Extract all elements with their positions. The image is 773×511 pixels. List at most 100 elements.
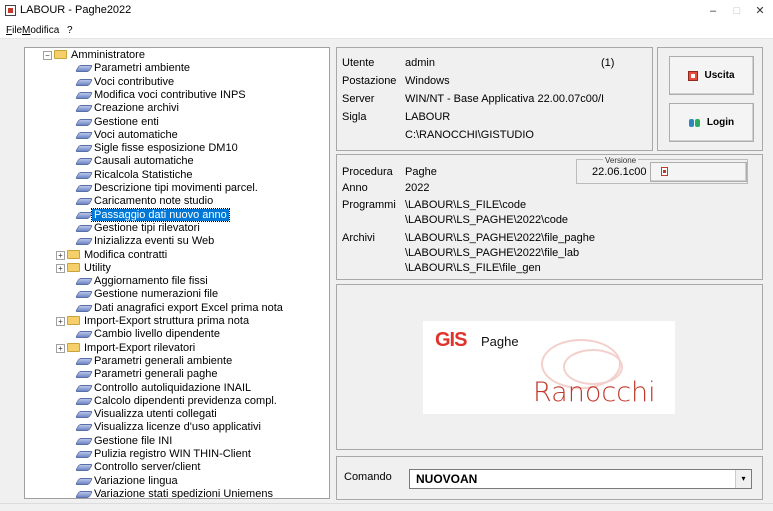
- tree-item[interactable]: Inizializza eventi su Web: [77, 235, 216, 248]
- status-bar: [0, 503, 773, 511]
- tree-item[interactable]: Ricalcola Statistiche: [77, 169, 194, 182]
- tree-item-label: Aggiornamento file fissi: [94, 275, 208, 288]
- tree-item-label: Cambio livello dipendente: [94, 328, 220, 341]
- program-icon: [77, 157, 90, 164]
- tree-item[interactable]: Caricamento note studio: [77, 195, 215, 208]
- dropdown-arrow-icon[interactable]: ▾: [735, 470, 751, 488]
- command-combobox[interactable]: NUOVOAN ▾: [409, 469, 752, 489]
- expand-icon[interactable]: +: [56, 343, 65, 353]
- tree-item-label: Visualizza utenti collegati: [94, 408, 217, 421]
- tree-item[interactable]: Gestione tipi rilevatori: [77, 222, 202, 235]
- tree-item[interactable]: Pulizia registro WIN THIN-Client: [77, 448, 253, 461]
- tree-item[interactable]: Parametri generali ambiente: [77, 355, 234, 368]
- tree-item[interactable]: Modifica voci contributive INPS: [77, 89, 248, 102]
- program-icon: [77, 211, 90, 218]
- postazione-value: Windows: [405, 75, 450, 87]
- exit-button[interactable]: Uscita: [669, 56, 754, 95]
- program-icon: [77, 304, 90, 311]
- tree-item-label: Pulizia registro WIN THIN-Client: [94, 448, 251, 460]
- tree-item[interactable]: Visualizza licenze d'uso applicativi: [77, 421, 263, 434]
- version-label: Versione: [603, 156, 639, 165]
- login-label: Login: [706, 117, 735, 128]
- server-label: Server: [342, 93, 375, 105]
- archivi-label: Archivi: [342, 232, 376, 244]
- tree-item[interactable]: Passaggio dati nuovo anno: [77, 207, 230, 222]
- tree-folder[interactable]: + Modifica contratti: [56, 249, 169, 262]
- program-icon: [77, 370, 90, 377]
- tree-item[interactable]: Parametri ambiente: [77, 62, 192, 75]
- program-icon: [77, 477, 90, 484]
- server-value: WIN/NT - Base Applicativa 22.00.07c00/I: [405, 93, 605, 105]
- tree-item[interactable]: Visualizza utenti collegati: [77, 408, 219, 421]
- program-icon: [77, 78, 90, 85]
- tree-folder[interactable]: + Import-Export rilevatori: [56, 342, 197, 355]
- menu-modifica[interactable]: Modifica: [22, 25, 59, 36]
- menu-tree[interactable]: − Amministratore Parametri ambiente Voci co…: [24, 47, 330, 499]
- program-icon: [77, 410, 90, 417]
- tree-item[interactable]: Parametri generali paghe: [77, 368, 220, 381]
- tree-item[interactable]: Variazione stati spedizioni Uniemens: [77, 487, 275, 499]
- program-icon: [77, 357, 90, 364]
- tree-item[interactable]: Calcolo dipendenti previdenza compl.: [77, 395, 279, 408]
- tree-item[interactable]: Gestione enti: [77, 116, 161, 129]
- release-notes-button[interactable]: [650, 162, 747, 182]
- folder-icon: [67, 262, 80, 272]
- folder-icon: [67, 342, 80, 352]
- expand-icon[interactable]: +: [56, 250, 65, 260]
- folder-icon: [67, 316, 80, 325]
- tree-folder[interactable]: + Utility: [56, 262, 113, 275]
- tree-item-label: Gestione tipi rilevatori: [94, 221, 200, 234]
- tree-item[interactable]: Dati anagrafici export Excel prima nota: [77, 302, 285, 315]
- program-icon: [77, 131, 90, 138]
- tree-item-label: Descrizione tipi movimenti parcel.: [94, 182, 258, 194]
- tree-node-label: Amministratore: [71, 49, 145, 61]
- title-bar: LABOUR - Paghe2022 – □ ✕: [0, 0, 773, 22]
- tree-item[interactable]: Creazione archivi: [77, 102, 181, 115]
- tree-item-label: Parametri generali ambiente: [94, 354, 233, 367]
- login-button[interactable]: Login: [669, 103, 754, 142]
- menu-file[interactable]: File: [6, 25, 22, 36]
- program-icon: [77, 197, 90, 204]
- tree-folder[interactable]: + Import-Export struttura prima nota: [56, 315, 251, 328]
- tree-item-label: Variazione stati spedizioni Uniemens: [94, 487, 273, 499]
- program-icon: [77, 384, 90, 391]
- tree-item-label: Import-Export rilevatori: [84, 341, 196, 354]
- tree-item[interactable]: Controllo server/client: [77, 461, 202, 474]
- tree-item[interactable]: Variazione lingua: [77, 475, 180, 488]
- tree-item-label: Dati anagrafici export Excel prima nota: [94, 301, 283, 314]
- program-icon: [77, 330, 90, 337]
- tree-item[interactable]: Cambio livello dipendente: [77, 328, 222, 341]
- archivi-path: \LABOUR\LS_FILE\file_gen: [405, 262, 541, 274]
- utente-label: Utente: [342, 57, 375, 69]
- program-icon: [77, 64, 90, 71]
- expand-icon[interactable]: +: [56, 263, 65, 273]
- tree-item[interactable]: Causali automatiche: [77, 155, 196, 168]
- collapse-icon[interactable]: −: [43, 51, 52, 60]
- maximize-button[interactable]: □: [727, 2, 747, 20]
- tree-item[interactable]: Voci automatiche: [77, 129, 180, 142]
- tree-item[interactable]: Controllo autoliquidazione INAIL: [77, 382, 253, 395]
- programmi-label: Programmi: [342, 199, 396, 211]
- expand-icon[interactable]: +: [56, 317, 65, 326]
- close-button[interactable]: ✕: [750, 2, 770, 20]
- tree-item-label: Variazione lingua: [94, 474, 178, 487]
- archivi-path: \LABOUR\LS_PAGHE\2022\file_lab: [405, 247, 580, 259]
- tree-item-label: Gestione file INI: [94, 434, 173, 447]
- tree-item[interactable]: Gestione numerazioni file: [77, 288, 220, 301]
- program-icon: [77, 91, 90, 98]
- tree-item-label: Caricamento note studio: [94, 195, 214, 208]
- tree-item[interactable]: Sigle fisse esposizione DM10: [77, 142, 240, 155]
- program-icon: [77, 118, 90, 125]
- minimize-button[interactable]: –: [703, 2, 723, 20]
- tree-item[interactable]: Gestione file INI: [77, 435, 174, 448]
- utente-value: admin: [405, 57, 435, 69]
- menu-help[interactable]: ?: [67, 25, 73, 36]
- exit-icon: [688, 70, 699, 81]
- tree-item-label: Ricalcola Statistiche: [94, 168, 193, 181]
- tree-item[interactable]: Descrizione tipi movimenti parcel.: [77, 182, 260, 195]
- tree-node-root[interactable]: − Amministratore: [43, 49, 147, 62]
- tree-item-label: Gestione numerazioni file: [94, 288, 219, 301]
- tree-item[interactable]: Aggiornamento file fissi: [77, 275, 210, 288]
- window-title: LABOUR - Paghe2022: [20, 4, 132, 16]
- tree-item[interactable]: Voci contributive: [77, 76, 176, 89]
